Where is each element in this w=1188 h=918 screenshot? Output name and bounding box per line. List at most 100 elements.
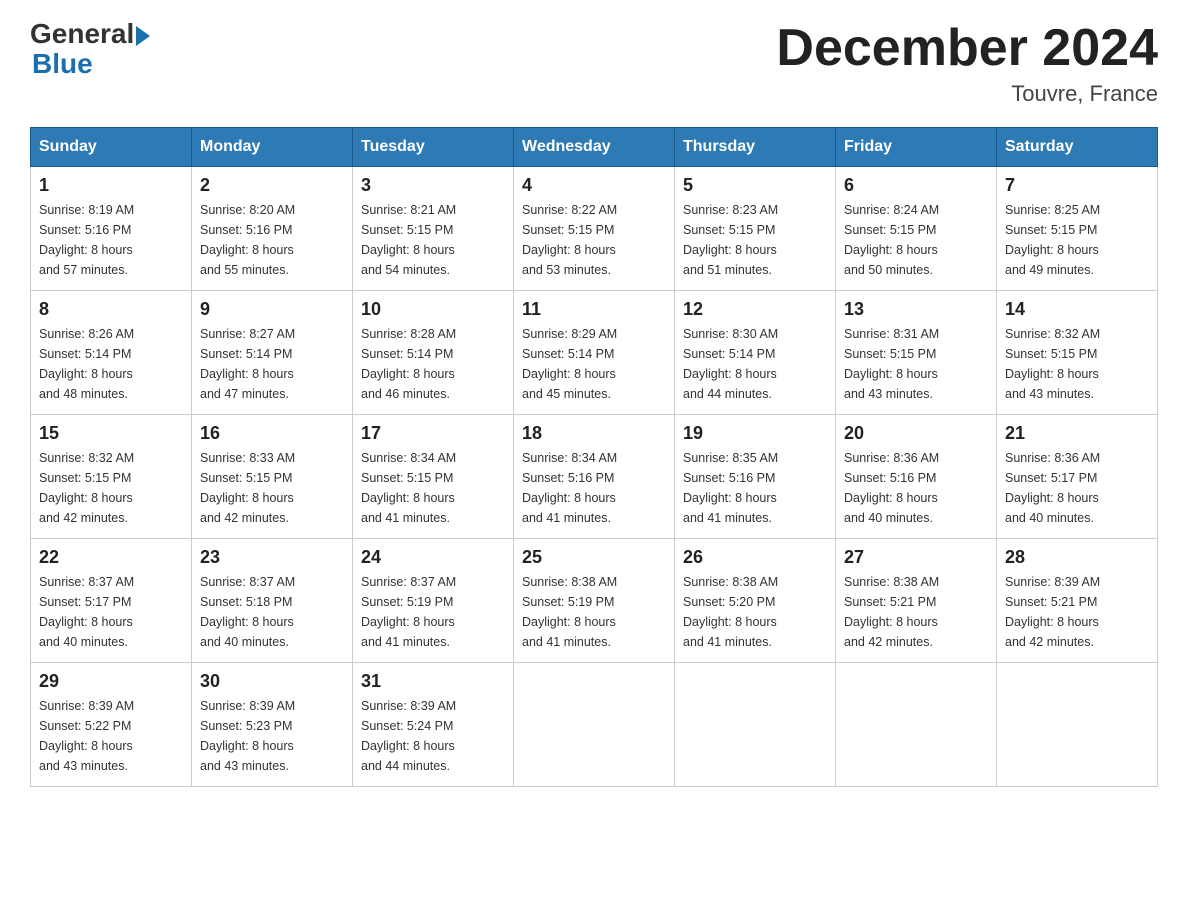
day-number: 10 bbox=[361, 299, 505, 320]
calendar-cell: 15Sunrise: 8:32 AMSunset: 5:15 PMDayligh… bbox=[31, 415, 192, 539]
day-info: Sunrise: 8:38 AMSunset: 5:19 PMDaylight:… bbox=[522, 572, 666, 652]
day-info: Sunrise: 8:19 AMSunset: 5:16 PMDaylight:… bbox=[39, 200, 183, 280]
day-info: Sunrise: 8:37 AMSunset: 5:18 PMDaylight:… bbox=[200, 572, 344, 652]
day-number: 29 bbox=[39, 671, 183, 692]
day-number: 28 bbox=[1005, 547, 1149, 568]
day-number: 5 bbox=[683, 175, 827, 196]
day-info: Sunrise: 8:22 AMSunset: 5:15 PMDaylight:… bbox=[522, 200, 666, 280]
calendar-cell: 30Sunrise: 8:39 AMSunset: 5:23 PMDayligh… bbox=[192, 663, 353, 787]
logo: General Blue bbox=[30, 20, 152, 80]
calendar-cell: 10 Sunrise: 8:28 AMSunset: 5:14 PMDayligh… bbox=[353, 291, 514, 415]
day-info: Sunrise: 8:20 AMSunset: 5:16 PMDaylight:… bbox=[200, 200, 344, 280]
day-info: Sunrise: 8:31 AMSunset: 5:15 PMDaylight:… bbox=[844, 324, 988, 404]
day-info: Sunrise: 8:35 AMSunset: 5:16 PMDaylight:… bbox=[683, 448, 827, 528]
day-number: 16 bbox=[200, 423, 344, 444]
day-number: 17 bbox=[361, 423, 505, 444]
calendar-cell: 6 Sunrise: 8:24 AMSunset: 5:15 PMDaylight… bbox=[836, 167, 997, 291]
calendar-week-row: 15Sunrise: 8:32 AMSunset: 5:15 PMDayligh… bbox=[31, 415, 1158, 539]
day-info: Sunrise: 8:36 AMSunset: 5:17 PMDaylight:… bbox=[1005, 448, 1149, 528]
day-header-thursday: Thursday bbox=[675, 128, 836, 167]
calendar-subtitle: Touvre, France bbox=[776, 81, 1158, 107]
calendar-cell bbox=[675, 663, 836, 787]
day-info: Sunrise: 8:39 AMSunset: 5:22 PMDaylight:… bbox=[39, 696, 183, 776]
calendar-cell: 27 Sunrise: 8:38 AMSunset: 5:21 PMDayligh… bbox=[836, 539, 997, 663]
day-info: Sunrise: 8:27 AMSunset: 5:14 PMDaylight:… bbox=[200, 324, 344, 404]
day-number: 25 bbox=[522, 547, 666, 568]
calendar-cell: 28 Sunrise: 8:39 AMSunset: 5:21 PMDayligh… bbox=[997, 539, 1158, 663]
calendar-cell: 23 Sunrise: 8:37 AMSunset: 5:18 PMDayligh… bbox=[192, 539, 353, 663]
calendar-cell: 2 Sunrise: 8:20 AMSunset: 5:16 PMDaylight… bbox=[192, 167, 353, 291]
day-info: Sunrise: 8:36 AMSunset: 5:16 PMDaylight:… bbox=[844, 448, 988, 528]
calendar-cell: 26Sunrise: 8:38 AMSunset: 5:20 PMDayligh… bbox=[675, 539, 836, 663]
calendar-cell: 24 Sunrise: 8:37 AMSunset: 5:19 PMDayligh… bbox=[353, 539, 514, 663]
calendar-cell: 19Sunrise: 8:35 AMSunset: 5:16 PMDayligh… bbox=[675, 415, 836, 539]
day-number: 3 bbox=[361, 175, 505, 196]
day-info: Sunrise: 8:26 AMSunset: 5:14 PMDaylight:… bbox=[39, 324, 183, 404]
calendar-week-row: 1 Sunrise: 8:19 AMSunset: 5:16 PMDaylight… bbox=[31, 167, 1158, 291]
logo-arrow-icon bbox=[136, 26, 150, 46]
calendar-cell: 3 Sunrise: 8:21 AMSunset: 5:15 PMDaylight… bbox=[353, 167, 514, 291]
calendar-cell: 21Sunrise: 8:36 AMSunset: 5:17 PMDayligh… bbox=[997, 415, 1158, 539]
day-number: 27 bbox=[844, 547, 988, 568]
calendar-cell: 22 Sunrise: 8:37 AMSunset: 5:17 PMDayligh… bbox=[31, 539, 192, 663]
calendar-cell: 29 Sunrise: 8:39 AMSunset: 5:22 PMDayligh… bbox=[31, 663, 192, 787]
calendar-cell: 4 Sunrise: 8:22 AMSunset: 5:15 PMDaylight… bbox=[514, 167, 675, 291]
day-info: Sunrise: 8:37 AMSunset: 5:17 PMDaylight:… bbox=[39, 572, 183, 652]
day-info: Sunrise: 8:28 AMSunset: 5:14 PMDaylight:… bbox=[361, 324, 505, 404]
day-info: Sunrise: 8:21 AMSunset: 5:15 PMDaylight:… bbox=[361, 200, 505, 280]
calendar-cell: 20Sunrise: 8:36 AMSunset: 5:16 PMDayligh… bbox=[836, 415, 997, 539]
day-number: 7 bbox=[1005, 175, 1149, 196]
calendar-cell: 11Sunrise: 8:29 AMSunset: 5:14 PMDayligh… bbox=[514, 291, 675, 415]
calendar-cell bbox=[997, 663, 1158, 787]
calendar-cell: 31 Sunrise: 8:39 AMSunset: 5:24 PMDayligh… bbox=[353, 663, 514, 787]
day-header-monday: Monday bbox=[192, 128, 353, 167]
day-number: 22 bbox=[39, 547, 183, 568]
calendar-cell: 18 Sunrise: 8:34 AMSunset: 5:16 PMDayligh… bbox=[514, 415, 675, 539]
day-info: Sunrise: 8:34 AMSunset: 5:16 PMDaylight:… bbox=[522, 448, 666, 528]
calendar-cell: 7 Sunrise: 8:25 AMSunset: 5:15 PMDaylight… bbox=[997, 167, 1158, 291]
day-info: Sunrise: 8:39 AMSunset: 5:24 PMDaylight:… bbox=[361, 696, 505, 776]
day-header-wednesday: Wednesday bbox=[514, 128, 675, 167]
calendar-cell: 16 Sunrise: 8:33 AMSunset: 5:15 PMDayligh… bbox=[192, 415, 353, 539]
day-info: Sunrise: 8:37 AMSunset: 5:19 PMDaylight:… bbox=[361, 572, 505, 652]
day-info: Sunrise: 8:33 AMSunset: 5:15 PMDaylight:… bbox=[200, 448, 344, 528]
day-header-friday: Friday bbox=[836, 128, 997, 167]
calendar-header-row: SundayMondayTuesdayWednesdayThursdayFrid… bbox=[31, 128, 1158, 167]
header-right: December 2024 Touvre, France bbox=[776, 20, 1158, 107]
day-info: Sunrise: 8:34 AMSunset: 5:15 PMDaylight:… bbox=[361, 448, 505, 528]
day-number: 12 bbox=[683, 299, 827, 320]
day-number: 24 bbox=[361, 547, 505, 568]
calendar-week-row: 8 Sunrise: 8:26 AMSunset: 5:14 PMDaylight… bbox=[31, 291, 1158, 415]
calendar-cell: 17 Sunrise: 8:34 AMSunset: 5:15 PMDayligh… bbox=[353, 415, 514, 539]
day-number: 4 bbox=[522, 175, 666, 196]
day-info: Sunrise: 8:32 AMSunset: 5:15 PMDaylight:… bbox=[39, 448, 183, 528]
logo-general-text: General bbox=[30, 20, 134, 48]
day-number: 9 bbox=[200, 299, 344, 320]
calendar-cell bbox=[514, 663, 675, 787]
day-header-saturday: Saturday bbox=[997, 128, 1158, 167]
logo-blue-text: Blue bbox=[32, 48, 93, 80]
day-number: 2 bbox=[200, 175, 344, 196]
day-number: 8 bbox=[39, 299, 183, 320]
day-info: Sunrise: 8:38 AMSunset: 5:20 PMDaylight:… bbox=[683, 572, 827, 652]
day-number: 1 bbox=[39, 175, 183, 196]
day-header-sunday: Sunday bbox=[31, 128, 192, 167]
calendar-week-row: 22 Sunrise: 8:37 AMSunset: 5:17 PMDayligh… bbox=[31, 539, 1158, 663]
day-info: Sunrise: 8:38 AMSunset: 5:21 PMDaylight:… bbox=[844, 572, 988, 652]
day-info: Sunrise: 8:25 AMSunset: 5:15 PMDaylight:… bbox=[1005, 200, 1149, 280]
day-info: Sunrise: 8:32 AMSunset: 5:15 PMDaylight:… bbox=[1005, 324, 1149, 404]
calendar-cell: 5Sunrise: 8:23 AMSunset: 5:15 PMDaylight… bbox=[675, 167, 836, 291]
calendar-week-row: 29 Sunrise: 8:39 AMSunset: 5:22 PMDayligh… bbox=[31, 663, 1158, 787]
calendar-title: December 2024 bbox=[776, 20, 1158, 77]
calendar-cell: 13Sunrise: 8:31 AMSunset: 5:15 PMDayligh… bbox=[836, 291, 997, 415]
calendar-cell: 8 Sunrise: 8:26 AMSunset: 5:14 PMDaylight… bbox=[31, 291, 192, 415]
day-number: 23 bbox=[200, 547, 344, 568]
day-info: Sunrise: 8:24 AMSunset: 5:15 PMDaylight:… bbox=[844, 200, 988, 280]
day-info: Sunrise: 8:39 AMSunset: 5:21 PMDaylight:… bbox=[1005, 572, 1149, 652]
day-number: 14 bbox=[1005, 299, 1149, 320]
day-number: 31 bbox=[361, 671, 505, 692]
page-header: General Blue December 2024 Touvre, Franc… bbox=[30, 20, 1158, 107]
day-number: 18 bbox=[522, 423, 666, 444]
calendar-table: SundayMondayTuesdayWednesdayThursdayFrid… bbox=[30, 127, 1158, 787]
day-number: 6 bbox=[844, 175, 988, 196]
